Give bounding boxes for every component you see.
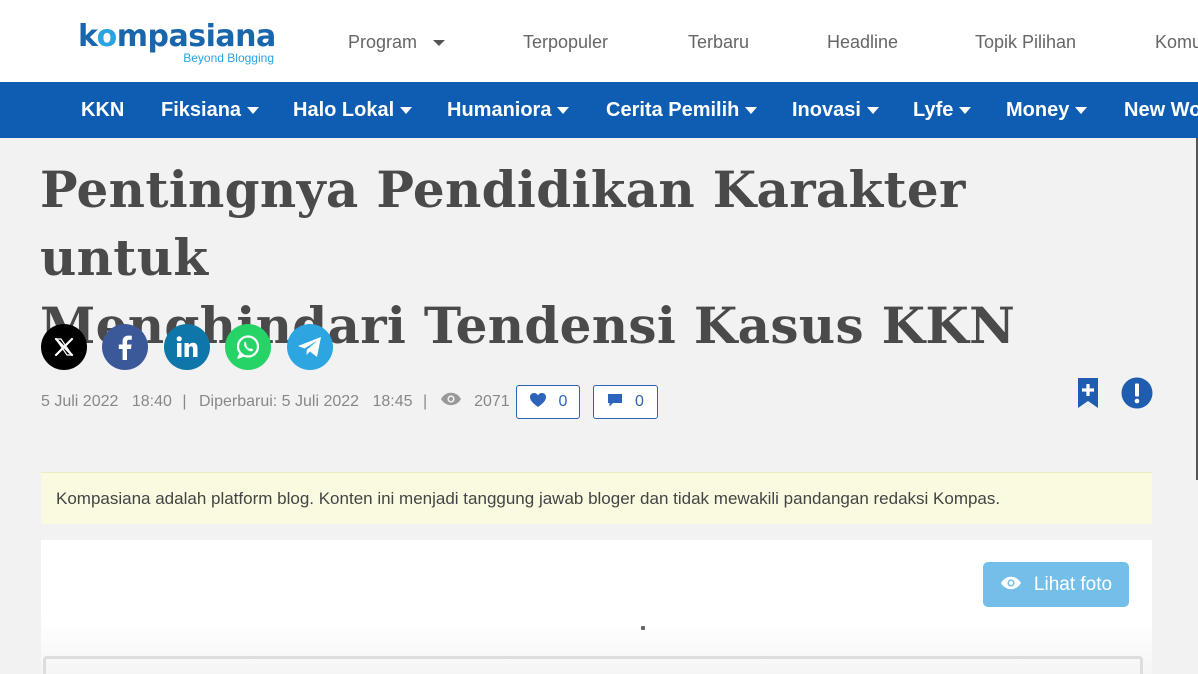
category-inovasi[interactable]: Inovasi: [792, 97, 879, 123]
chevron-down-icon: [400, 107, 413, 115]
category-new-world[interactable]: New Wo: [1124, 97, 1198, 123]
meta-separator: |: [423, 393, 428, 411]
category-label: Fiksiana: [161, 99, 242, 121]
chevron-down-icon: [1075, 107, 1088, 115]
chevron-down-icon: [959, 107, 972, 115]
facebook-icon: [114, 334, 136, 360]
view-photo-button[interactable]: Lihat foto: [983, 562, 1129, 607]
category-halo-lokal[interactable]: Halo Lokal: [293, 97, 413, 123]
category-label: KKN: [81, 99, 125, 121]
eye-icon: [1000, 574, 1022, 596]
category-bar: KKN Fiksiana Halo Lokal Humaniora Cerita…: [0, 82, 1198, 138]
chevron-down-icon: [433, 40, 446, 47]
topnav-topik-pilihan[interactable]: Topik Pilihan: [975, 30, 1076, 54]
linkedin-icon: [175, 335, 199, 359]
chevron-down-icon: [745, 107, 758, 115]
chevron-down-icon: [247, 107, 260, 115]
logo-tagline: Beyond Blogging: [183, 51, 274, 65]
chevron-down-icon: [557, 107, 570, 115]
report-button[interactable]: [1121, 377, 1153, 409]
topnav-program-label: Program: [348, 32, 418, 52]
photo-detail: [641, 626, 645, 630]
topnav-headline[interactable]: Headline: [827, 30, 898, 54]
top-header: kompasiana Beyond Blogging Program Terpo…: [0, 0, 1198, 82]
publish-time: 18:40: [131, 393, 172, 411]
category-fiksiana[interactable]: Fiksiana: [161, 97, 260, 123]
category-label: New Wo: [1124, 99, 1198, 121]
comment-button[interactable]: 0: [593, 385, 658, 419]
category-label: Humaniora: [447, 99, 552, 121]
category-label: Money: [1006, 99, 1070, 121]
topnav-komunitas[interactable]: Komu: [1155, 30, 1198, 54]
bookmark-add-button[interactable]: [1074, 377, 1106, 409]
category-cerita-pemilih[interactable]: Cerita Pemilih: [606, 97, 758, 123]
topnav-terpopuler[interactable]: Terpopuler: [523, 30, 608, 54]
view-count: 2071: [474, 393, 510, 411]
bookmark-plus-icon: [1074, 378, 1102, 413]
whatsapp-icon: [234, 333, 262, 361]
share-facebook-button[interactable]: [102, 324, 148, 370]
article-title-line-1: Pentingnya Pendidikan Karakter untuk: [40, 160, 966, 287]
category-label: Halo Lokal: [293, 99, 395, 121]
share-linkedin-button[interactable]: [164, 324, 210, 370]
article-meta: 5 Juli 2022 18:40 | Diperbarui: 5 Juli 2…: [41, 392, 510, 412]
topnav-program[interactable]: Program: [348, 30, 446, 54]
category-label: Cerita Pemilih: [606, 99, 740, 121]
comment-icon: [607, 392, 623, 413]
eye-icon: [440, 392, 462, 412]
like-count: 0: [558, 393, 568, 410]
category-money[interactable]: Money: [1006, 97, 1088, 123]
share-telegram-button[interactable]: [287, 324, 333, 370]
kompasiana-logo[interactable]: kompasiana Beyond Blogging: [78, 18, 278, 68]
view-photo-label: Lihat foto: [1033, 573, 1113, 595]
article-title: Pentingnya Pendidikan Karakter untuk Men…: [40, 156, 1150, 360]
x-icon: [53, 336, 75, 358]
category-humaniora[interactable]: Humaniora: [447, 97, 570, 123]
telegram-icon: [296, 335, 324, 359]
updated-date: Diperbarui: 5 Juli 2022: [198, 393, 360, 411]
meta-separator: |: [182, 393, 187, 411]
share-whatsapp-button[interactable]: [225, 324, 271, 370]
comment-count: 0: [635, 393, 644, 410]
category-lyfe[interactable]: Lyfe: [913, 97, 972, 123]
photo-frame: [43, 656, 1143, 674]
heart-icon: [529, 392, 547, 413]
topnav-terbaru[interactable]: Terbaru: [688, 30, 749, 54]
category-label: Lyfe: [913, 99, 954, 121]
share-x-button[interactable]: [41, 324, 87, 370]
category-kkn[interactable]: KKN: [81, 97, 124, 123]
category-label: Inovasi: [792, 99, 861, 121]
article-photo[interactable]: Lihat foto: [41, 540, 1152, 674]
disclaimer-notice: Kompasiana adalah platform blog. Konten …: [41, 472, 1152, 524]
publish-date: 5 Juli 2022: [41, 393, 119, 411]
alert-icon: [1121, 377, 1153, 413]
updated-time: 18:45: [372, 393, 413, 411]
chevron-down-icon: [866, 107, 879, 115]
like-button[interactable]: 0: [516, 385, 580, 419]
